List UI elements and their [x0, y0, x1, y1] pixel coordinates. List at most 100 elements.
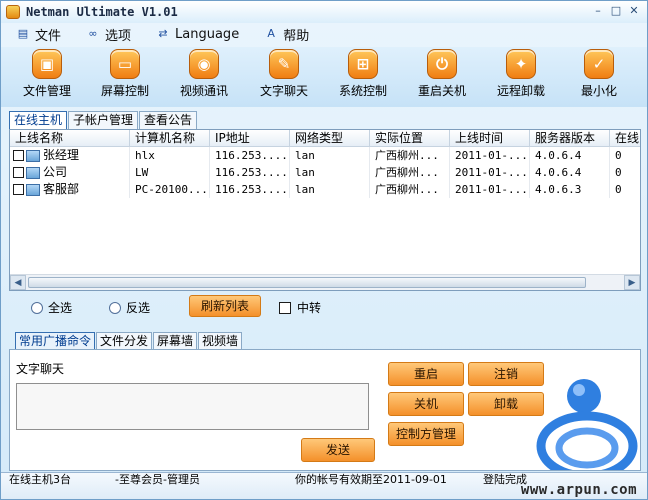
table-cell: 4.0.6.4 [530, 147, 610, 164]
status-bar: 在线主机3台 -至尊会员-管理员 你的帐号有效期至2011-09-01 登陆完成… [1, 472, 647, 499]
host-table: 上线名称 计算机名称 IP地址 网络类型 实际位置 上线时间 服务器版本 在线 … [9, 129, 641, 291]
table-row[interactable]: 张经理 hlx 116.253.... lan 广西柳州... 2011-01-… [10, 147, 640, 164]
computer-icon [26, 183, 40, 196]
scroll-left-arrow-icon[interactable]: ◀ [10, 275, 26, 290]
menu-help[interactable]: A 帮助 [263, 25, 309, 44]
row-checkbox[interactable] [13, 150, 24, 161]
tool-label: 文件管理 [22, 84, 71, 98]
folder-shield-icon: ▣ [32, 49, 62, 79]
close-window-button[interactable]: ✕ [627, 4, 641, 18]
table-cell: 116.253.... [210, 147, 290, 164]
toolbar: ▣ 文件管理 ▭ 屏幕控制 ◉ 视频通讯 ✎ 文字聊天 ⊞ 系统控制 ⏻ 重启关机 ✦ 远程卸… [1, 47, 647, 107]
tool-label: 系统控制 [338, 84, 387, 98]
restart-shutdown-button[interactable]: ⏻ 重启关机 [404, 49, 480, 99]
table-cell: 116.253.... [210, 164, 290, 181]
select-all-radio[interactable]: 全选 [31, 299, 72, 316]
checkbox-label: 中转 [297, 301, 322, 315]
tool-label: 重启关机 [417, 84, 466, 98]
monitor-icon: ▭ [110, 49, 140, 79]
menu-language[interactable]: ⇄ Language [155, 27, 239, 42]
table-cell: 116.253.... [210, 181, 290, 198]
chat-message-input[interactable] [16, 383, 369, 430]
menu-file[interactable]: ▤ 文件 [15, 25, 61, 44]
font-help-icon: A [267, 27, 275, 40]
column-header[interactable]: 上线名称 [10, 130, 130, 146]
controller-management-button[interactable]: 控制方管理 [388, 422, 464, 446]
system-control-button[interactable]: ⊞ 系统控制 [325, 49, 401, 99]
expiry-status: 你的帐号有效期至2011-09-01 [295, 473, 447, 486]
table-cell: 4.0.6.3 [530, 181, 610, 198]
tool-label: 屏幕控制 [100, 84, 149, 98]
send-button[interactable]: 发送 [301, 438, 375, 462]
tab-screen-wall[interactable]: 屏幕墙 [153, 332, 198, 349]
table-header: 上线名称 计算机名称 IP地址 网络类型 实际位置 上线时间 服务器版本 在线 [10, 130, 640, 147]
column-header[interactable]: 服务器版本 [530, 130, 610, 146]
radio-icon [31, 301, 43, 314]
restart-button[interactable]: 重启 [388, 362, 464, 386]
tab-broadcast-commands[interactable]: 常用广播命令 [15, 332, 96, 349]
table-cell: LW [130, 164, 210, 181]
menu-label: 帮助 [283, 28, 310, 44]
broadcast-panel: 文字聊天 发送 重启 注销 关机 卸载 控制方管理 [9, 349, 641, 471]
radio-label: 全选 [48, 301, 73, 315]
refresh-list-button[interactable]: 刷新列表 [189, 295, 261, 317]
file-manager-button[interactable]: ▣ 文件管理 [9, 49, 85, 99]
power-icon: ⏻ [427, 49, 457, 79]
text-chat-button[interactable]: ✎ 文字聊天 [246, 49, 322, 99]
column-header[interactable]: 计算机名称 [130, 130, 210, 146]
relay-checkbox[interactable]: 中转 [279, 299, 321, 316]
tab-video-wall[interactable]: 视频墙 [198, 332, 243, 349]
remote-uninstall-button[interactable]: ✦ 远程卸载 [483, 49, 559, 99]
shutdown-button[interactable]: 关机 [388, 392, 464, 416]
horizontal-scrollbar[interactable]: ◀ ▶ [10, 274, 640, 290]
scroll-right-arrow-icon[interactable]: ▶ [624, 275, 640, 290]
tab-file-distribution[interactable]: 文件分发 [96, 332, 153, 349]
table-cell: 0 [615, 149, 622, 162]
radio-label: 反选 [126, 301, 151, 315]
tab-announcements[interactable]: 查看公告 [139, 111, 198, 129]
column-header[interactable]: IP地址 [210, 130, 290, 146]
minimize-button[interactable]: ✓ 最小化 [561, 49, 637, 99]
column-header[interactable]: 实际位置 [370, 130, 450, 146]
video-call-button[interactable]: ◉ 视频通讯 [166, 49, 242, 99]
computer-icon [26, 166, 40, 179]
tool-label: 文字聊天 [259, 84, 308, 98]
tool-label: 远程卸载 [496, 84, 545, 98]
column-header[interactable]: 在线 [610, 130, 640, 146]
minimize-window-button[interactable]: – [591, 4, 605, 18]
windows-logo-icon: ⊞ [348, 49, 378, 79]
menu-label: 文件 [35, 28, 62, 44]
app-logo-icon [6, 5, 20, 19]
radio-icon [109, 301, 121, 314]
table-cell: 广西柳州... [370, 164, 450, 181]
screen-control-button[interactable]: ▭ 屏幕控制 [87, 49, 163, 99]
maximize-window-button[interactable]: □ [609, 4, 623, 18]
invert-selection-radio[interactable]: 反选 [109, 299, 150, 316]
table-row[interactable]: 客服部 PC-20100... 116.253.... lan 广西柳州... … [10, 181, 640, 198]
glasses-icon: ∞ [88, 27, 98, 40]
table-cell: lan [290, 181, 370, 198]
row-checkbox[interactable] [13, 167, 24, 178]
tab-online-hosts[interactable]: 在线主机 [9, 111, 68, 129]
window-title: Netman Ultimate V1.01 [26, 5, 178, 19]
document-icon: ▤ [17, 27, 29, 40]
column-header[interactable]: 网络类型 [290, 130, 370, 146]
scrollbar-thumb[interactable] [28, 277, 586, 288]
table-row[interactable]: 公司 LW 116.253.... lan 广西柳州... 2011-01-..… [10, 164, 640, 181]
command-tabs: 常用广播命令 文件分发 屏幕墙 视频墙 [15, 332, 243, 349]
tab-sub-accounts[interactable]: 子帐户管理 [68, 111, 139, 129]
table-cell: lan [290, 164, 370, 181]
table-cell: lan [290, 147, 370, 164]
computer-icon [26, 149, 40, 162]
user-logo-icon [536, 379, 638, 470]
menu-options[interactable]: ∞ 选项 [85, 25, 131, 44]
table-cell: 4.0.6.4 [530, 164, 610, 181]
menu-label: 选项 [105, 28, 132, 44]
row-checkbox[interactable] [13, 184, 24, 195]
membership-status: -至尊会员-管理员 [115, 473, 200, 486]
translate-icon: ⇄ [158, 27, 168, 40]
column-header[interactable]: 上线时间 [450, 130, 530, 146]
online-count-status: 在线主机3台 [9, 473, 71, 486]
checkbox-icon [279, 301, 291, 314]
table-cell: 0 [615, 183, 622, 196]
